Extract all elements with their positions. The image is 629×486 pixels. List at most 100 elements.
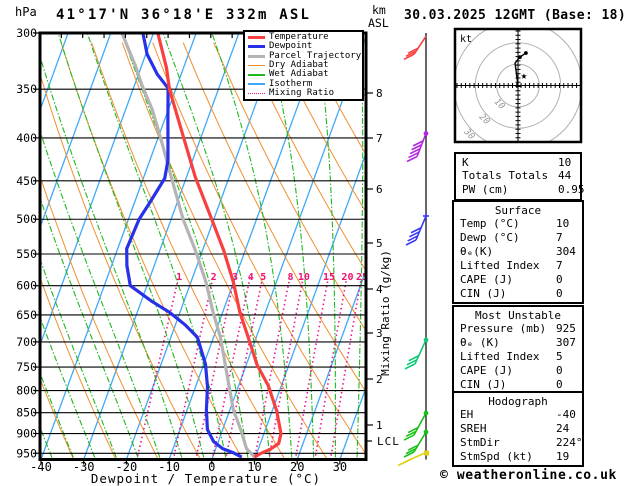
table-row-value: 10: [556, 217, 570, 231]
table-row-value: 0: [556, 364, 563, 378]
table-title: Most Unstable: [474, 308, 562, 322]
legend-swatch-icon: [248, 83, 265, 85]
pressure-tick-label: 600: [16, 279, 37, 293]
km-tick-label: 1: [376, 419, 383, 432]
table-row: Lifted Index 7: [454, 259, 582, 273]
mixing-axis-title: Mixing Ratio (g/kg): [379, 250, 392, 376]
table-row-label: Lifted Index: [460, 259, 540, 273]
table-row: K 10: [456, 156, 580, 170]
mixing-ratio-value-label: 20: [341, 272, 353, 283]
table-row-label: EH: [460, 408, 474, 422]
mixing-ratio-lines: 1 2 3 4 5 8 10 15 20 25: [136, 272, 368, 461]
legend-item-label: Wet Adiabat: [269, 69, 329, 80]
table-row: Lifted Index 5: [454, 350, 582, 364]
legend-swatch-icon: [248, 74, 265, 76]
table-row-value: 44: [558, 169, 572, 183]
table-row-label: Temp (°C): [460, 217, 520, 231]
pressure-tick-label: 900: [16, 427, 37, 441]
wind-barb-column: [397, 33, 429, 467]
table-row: EH -40: [454, 408, 582, 422]
skewt-sounding-app: hPa 41°17'N 36°18'E 332m ASL km ASL 30.0…: [0, 0, 629, 486]
table-row: Dewp (°C) 7: [454, 231, 582, 245]
table-row: θₑ(K) 304: [454, 245, 582, 259]
table-row-label: Totals Totals: [462, 169, 549, 183]
table-row-value: -40: [556, 408, 576, 422]
table-row-value: 0.95: [558, 183, 585, 197]
table-row-value: 0: [556, 272, 563, 286]
table-row-value: 19: [556, 450, 570, 464]
pressure-tick-label: 650: [16, 308, 37, 322]
table-row-value: 224°: [556, 436, 583, 450]
table-row-label: StmSpd (kt): [460, 450, 533, 464]
table-row: SREH 24: [454, 422, 582, 436]
table-row-label: SREH: [460, 422, 487, 436]
table-row-label: Dewp (°C): [460, 231, 520, 245]
legend-swatch-icon: [248, 64, 265, 67]
table-row: CAPE (J) 0: [454, 273, 582, 287]
table-row-value: 0: [556, 377, 563, 391]
table-row-value: 24: [556, 422, 570, 436]
stats-table-most_unstable: Most Unstable Pressure (mb) 925 θₑ (K) 307 Li…: [452, 305, 584, 396]
storm-motion-star: ★: [521, 69, 528, 82]
legend-swatch-icon: [248, 36, 265, 40]
table-row: StmDir 224°: [454, 436, 583, 450]
legend-swatch-icon: [248, 92, 265, 94]
copyright-note: © weatheronline.co.uk: [440, 468, 617, 483]
temp-tick-label: 30: [333, 460, 347, 474]
legend-swatch-icon: [248, 45, 265, 49]
table-row-label: θₑ(K): [460, 245, 494, 259]
table-row-label: CAPE (J): [460, 364, 513, 378]
pressure-tick-label: 500: [16, 212, 37, 226]
km-tick-label: 8: [376, 87, 383, 100]
table-row-value: 10: [558, 155, 572, 169]
km-tick-label: 7: [376, 132, 383, 145]
km-tick-label: 5: [376, 237, 383, 250]
temp-tick-label: -40: [30, 460, 52, 474]
pressure-tick-label: 300: [16, 26, 37, 40]
table-row: CIN (J) 0: [454, 378, 582, 392]
legend-item: Mixing Ratio: [248, 87, 362, 98]
table-row-value: 5: [556, 350, 563, 364]
table-row-label: CIN (J): [460, 286, 507, 300]
dewpoint-curve: [125, 33, 243, 459]
km-tick-label: 6: [376, 183, 383, 196]
mixing-ratio-value-label: 10: [298, 272, 310, 283]
temp-axis-title: Dewpoint / Temperature (°C): [91, 471, 321, 486]
pressure-tick-label: 550: [16, 247, 37, 261]
lcl-label: LCL: [377, 435, 400, 448]
table-row-label: θₑ (K): [460, 336, 500, 350]
table-row: θₑ (K) 307: [454, 336, 582, 350]
table-row: Temp (°C) 10: [454, 217, 582, 231]
legend-item-label: Mixing Ratio: [269, 87, 335, 98]
pressure-tick-label: 400: [16, 131, 37, 145]
table-row-value: 307: [556, 336, 576, 350]
pressure-tick-label: 850: [16, 406, 37, 420]
table-row-label: CIN (J): [460, 377, 507, 391]
pressure-tick-label: 700: [16, 335, 37, 349]
table-row-label: Pressure (mb): [460, 322, 547, 336]
table-row-label: CAPE (J): [460, 272, 513, 286]
table-row-value: 304: [556, 245, 576, 259]
mixing-ratio-value-label: 1: [176, 272, 182, 283]
table-row: Pressure (mb) 925: [454, 322, 582, 336]
wind-barb: [403, 35, 427, 61]
table-row: CIN (J) 0: [454, 287, 582, 301]
table-row: CAPE (J) 0: [454, 364, 582, 378]
mixing-ratio-value-label: 2: [211, 272, 217, 283]
table-title: Hodograph: [488, 394, 548, 408]
table-row-value: 0: [556, 286, 563, 300]
pressure-tick-label: 450: [16, 174, 37, 188]
mixing-ratio-value-label: 8: [287, 272, 293, 283]
hodograph: 102030★kt: [455, 29, 581, 142]
pressure-tick-label: 800: [16, 384, 37, 398]
table-row: StmSpd (kt) 19: [454, 450, 582, 464]
wind-barb: [404, 337, 429, 370]
table-title: Surface: [494, 203, 542, 217]
table-row-value: 7: [556, 231, 563, 245]
stats-table-hodograph_stats: Hodograph EH -40 SREH 24 StmDir 224° StmSpd (kt…: [452, 391, 584, 468]
stats-table-surface: Surface Temp (°C) 10 Dewp (°C) 7 θₑ(K) 304 Lift…: [452, 200, 584, 305]
table-row-label: Lifted Index: [460, 350, 540, 364]
chart-legend: Temperature Dewpoint Parcel Trajectory Dry …: [243, 30, 364, 102]
table-row-value: 7: [556, 259, 563, 273]
table-row-label: K: [462, 155, 469, 169]
